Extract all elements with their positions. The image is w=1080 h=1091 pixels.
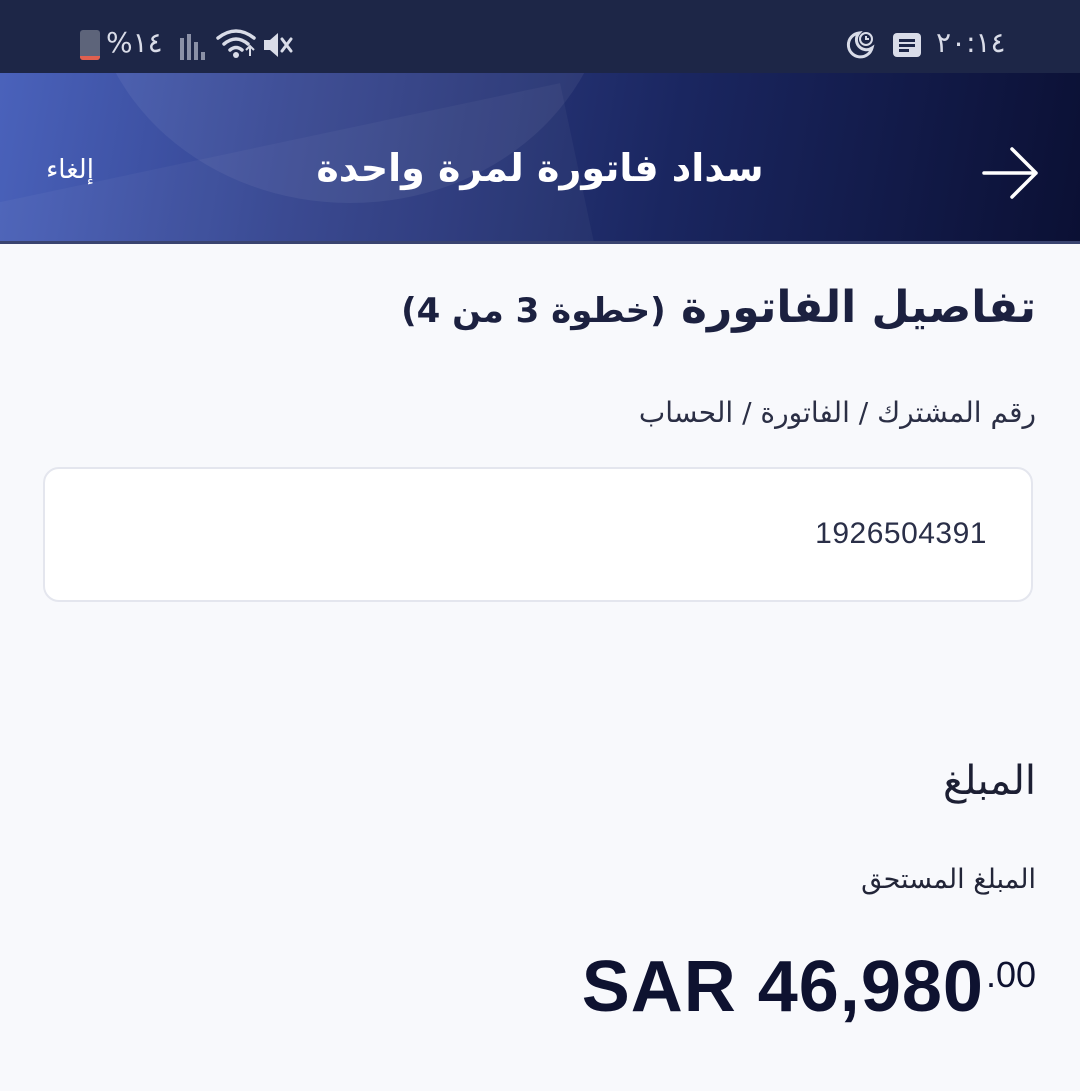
page-title: سداد فاتورة لمرة واحدة <box>316 146 764 190</box>
signal-icon <box>180 32 210 60</box>
arrow-right-icon[interactable] <box>978 140 1044 206</box>
step-indicator: (خطوة 3 من 4) <box>401 291 666 331</box>
section-title-text: تفاصيل الفاتورة <box>681 282 1036 333</box>
account-number-value: 1926504391 <box>815 517 987 550</box>
amount-due-label: المبلغ المستحق <box>861 864 1036 895</box>
wifi-icon <box>216 29 256 58</box>
message-icon <box>893 33 921 57</box>
header-divider <box>0 241 1080 244</box>
account-number-field[interactable]: 1926504391 <box>43 467 1033 602</box>
do-not-disturb-icon <box>846 31 875 59</box>
battery-percent: %١٤ <box>106 26 163 59</box>
mute-icon <box>264 33 293 57</box>
cancel-button[interactable]: إلغاء <box>30 155 110 185</box>
amount-display: SAR 46,980.00 <box>582 946 1036 1028</box>
amount-value: SAR 46,980 <box>581 947 984 1027</box>
section-title: تفاصيل الفاتورة (خطوة 3 من 4) <box>336 282 1036 333</box>
status-time: ٢٠:١٤ <box>936 26 1006 59</box>
amount-heading: المبلغ <box>942 758 1036 804</box>
amount-decimal: .00 <box>985 954 1036 995</box>
status-bar: %١٤ ٢٠:١٤ <box>0 0 1080 73</box>
account-field-label: رقم المشترك / الفاتورة / الحساب <box>638 396 1036 429</box>
battery-icon <box>80 30 100 60</box>
